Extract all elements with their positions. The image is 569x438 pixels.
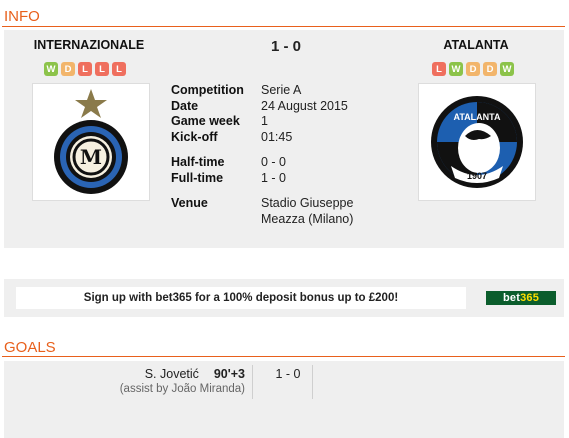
goal-assist: (assist by João Miranda) bbox=[119, 383, 245, 395]
atalanta-crest-icon: ATALANTA 1907 bbox=[431, 96, 523, 188]
detail-label: Date bbox=[171, 98, 199, 113]
home-team-crest[interactable]: M bbox=[32, 83, 150, 201]
away-form-badge: W bbox=[500, 62, 514, 76]
home-team-form: WDLLL bbox=[44, 62, 126, 76]
home-team-name[interactable]: INTERNAZIONALE bbox=[14, 38, 164, 52]
home-form-badge: L bbox=[78, 62, 92, 76]
detail-row: Competition Serie A bbox=[171, 83, 353, 99]
detail-row: Kick-off 01:45 bbox=[171, 130, 353, 146]
detail-value: 1 bbox=[261, 114, 268, 128]
promo-link[interactable]: Sign up with bet365 for a 100% deposit b… bbox=[16, 287, 466, 309]
detail-row: Game week 1 bbox=[171, 114, 353, 130]
away-form-badge: L bbox=[432, 62, 446, 76]
home-form-badge: W bbox=[44, 62, 58, 76]
goals-section-title: GOALS bbox=[4, 339, 56, 356]
away-team-crest[interactable]: ATALANTA 1907 bbox=[418, 83, 536, 201]
inter-crest-icon: M bbox=[54, 89, 128, 194]
score-detail-row: Full-time 1 - 0 bbox=[171, 171, 353, 187]
goal-divider-left bbox=[252, 365, 253, 399]
goals-panel: S. Jovetić 90'+3 (assist by João Miranda… bbox=[4, 361, 564, 438]
detail-label: Competition bbox=[171, 83, 244, 97]
away-form-badge: D bbox=[466, 62, 480, 76]
svg-text:M: M bbox=[80, 145, 102, 169]
goal-divider-right bbox=[312, 365, 313, 399]
info-section-title: INFO bbox=[4, 8, 40, 25]
away-form-badge: W bbox=[449, 62, 463, 76]
detail-label: Kick-off bbox=[171, 129, 218, 144]
away-form-badge: D bbox=[483, 62, 497, 76]
score-detail-value: 0 - 0 bbox=[261, 155, 287, 169]
score-detail-row: Half-time 0 - 0 bbox=[171, 155, 353, 171]
bet365-logo[interactable]: bet 365 bbox=[486, 291, 556, 305]
detail-value: 01:45 bbox=[261, 129, 293, 144]
detail-label: Game week bbox=[171, 114, 240, 128]
detail-row: Date 24 August 2015 bbox=[171, 99, 353, 115]
match-score: 1 - 0 bbox=[270, 38, 301, 55]
score-detail-label: Full-time bbox=[171, 170, 224, 185]
info-section-divider bbox=[2, 26, 565, 27]
venue-label: Venue bbox=[171, 196, 208, 210]
goals-section-divider bbox=[2, 356, 565, 357]
detail-value: 24 August 2015 bbox=[261, 98, 348, 113]
goal-running-score: 1 - 0 bbox=[275, 367, 301, 381]
goal-scorer[interactable]: S. Jovetić 90'+3 bbox=[145, 367, 245, 381]
promo-bar: Sign up with bet365 for a 100% deposit b… bbox=[4, 279, 564, 317]
atalanta-crest-text: ATALANTA bbox=[454, 112, 501, 122]
score-detail-value: 1 - 0 bbox=[261, 170, 287, 185]
atalanta-crest-year: 1907 bbox=[467, 171, 487, 181]
venue-row: Venue Stadio Giuseppe bbox=[171, 196, 353, 212]
detail-value: Serie A bbox=[261, 83, 302, 97]
venue-row-cont: Meazza (Milano) bbox=[171, 212, 353, 228]
goal-minute: 90'+3 bbox=[213, 367, 245, 381]
venue-value-line2: Meazza (Milano) bbox=[261, 211, 354, 226]
home-form-badge: D bbox=[61, 62, 75, 76]
score-detail-label: Half-time bbox=[171, 155, 225, 169]
away-team-form: LWDDW bbox=[432, 62, 514, 76]
match-info-panel: INTERNAZIONALE 1 - 0 ATALANTA WDLLL LWDD… bbox=[4, 30, 564, 248]
home-form-badge: L bbox=[95, 62, 109, 76]
home-form-badge: L bbox=[112, 62, 126, 76]
away-team-name[interactable]: ATALANTA bbox=[416, 38, 536, 52]
venue-value-line1: Stadio Giuseppe bbox=[261, 196, 354, 210]
match-details: Competition Serie A Date 24 August 2015 Game… bbox=[171, 83, 353, 227]
